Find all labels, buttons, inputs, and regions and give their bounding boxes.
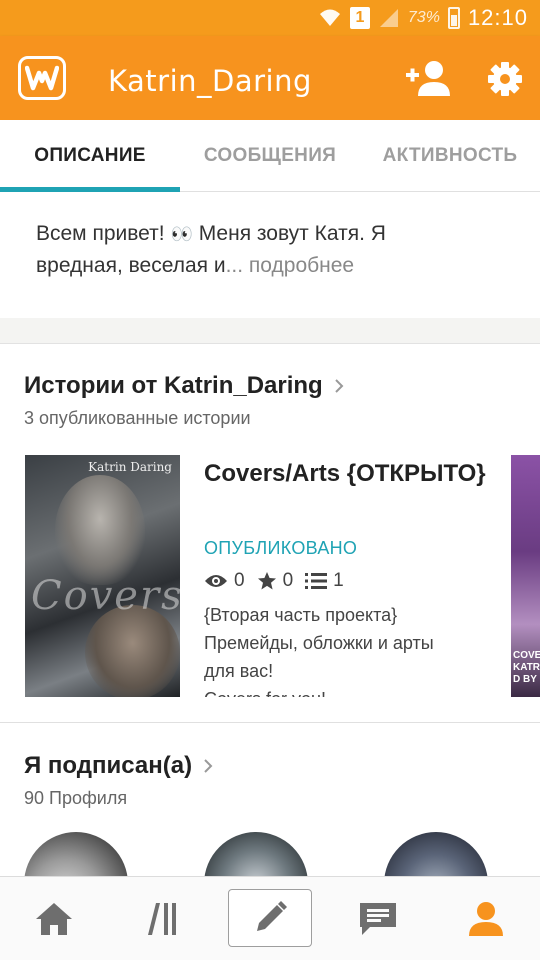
stories-section-title: Истории от Katrin_Daring [24,372,323,399]
views-count: 0 [234,570,245,591]
follow-user-button[interactable] [404,58,454,100]
status-bar: 1 73% 12:10 [0,0,540,36]
cover-title-text: Covers [31,573,180,619]
nav-write[interactable] [228,889,312,947]
clock: 12:10 [467,5,528,30]
signal-icon [379,9,398,27]
battery-percent: 73% [407,9,440,26]
chevron-right-icon [204,759,213,773]
profile-description: Всем привет! 👀 Меня зовут Катя. Я вредна… [36,218,506,282]
list-icon [305,573,328,589]
story-title[interactable]: Covers/Arts {ОТКРЫТО} [204,460,504,488]
home-icon [36,903,72,935]
sim-indicator: 1 [349,7,370,29]
tab-description[interactable]: ОПИСАНИЕ [0,120,180,192]
profile-username: Katrin_Daring [108,64,312,98]
stories-count: 3 опубликованные истории [24,408,251,428]
library-icon [148,903,176,935]
pencil-icon [257,901,287,931]
add-user-icon [406,61,450,96]
section-divider [0,318,540,344]
tab-messages[interactable]: СООБЩЕНИЯ [180,120,360,192]
settings-button[interactable] [484,58,526,100]
gear-icon [488,62,522,96]
story-stats: 0 0 1 [204,569,350,593]
story-cover-image-2[interactable]: COVE KATRIN D BY [511,455,540,697]
wifi-icon [319,9,340,26]
section-separator [0,722,540,723]
read-more-link[interactable]: ... подробнее [226,254,355,277]
app-bar: Katrin_Daring [0,36,540,120]
battery-icon [447,7,460,29]
w-glyph-icon [25,65,59,91]
story-status-badge: ОПУБЛИКОВАНО [204,538,358,558]
following-count: 90 Профиля [24,788,128,808]
eye-icon [205,575,227,587]
active-tab-indicator [0,187,180,192]
parts-count: 1 [333,570,344,591]
following-section-title: Я подписан(а) [24,752,193,779]
eyes-emoji-icon: 👀 [170,224,193,244]
message-icon [360,903,396,935]
nav-library[interactable] [112,877,212,960]
nav-profile[interactable] [436,877,536,960]
story-cover-image[interactable]: Katrin Daring Covers [25,455,180,697]
cover-2-text: COVE KATRIN D BY [513,650,540,685]
wattpad-logo-icon[interactable] [18,56,66,100]
star-icon [257,572,276,590]
cover-author-text: Katrin Daring [88,460,172,474]
tab-activity[interactable]: АКТИВНОСТЬ [360,120,540,192]
profile-icon [469,902,503,936]
profile-tabs: ОПИСАНИЕ СООБЩЕНИЯ АКТИВНОСТЬ [0,120,540,192]
story-description: {Вторая часть проекта} Премейды, обложки… [204,605,434,697]
stories-section-header[interactable]: Истории от Katrin_Daring [24,372,345,400]
chevron-right-icon [335,379,344,393]
nav-home[interactable] [4,877,104,960]
following-section-header[interactable]: Я подписан(а) [24,752,214,780]
nav-messages[interactable] [328,877,428,960]
bottom-navigation [0,876,540,960]
votes-count: 0 [282,570,294,591]
